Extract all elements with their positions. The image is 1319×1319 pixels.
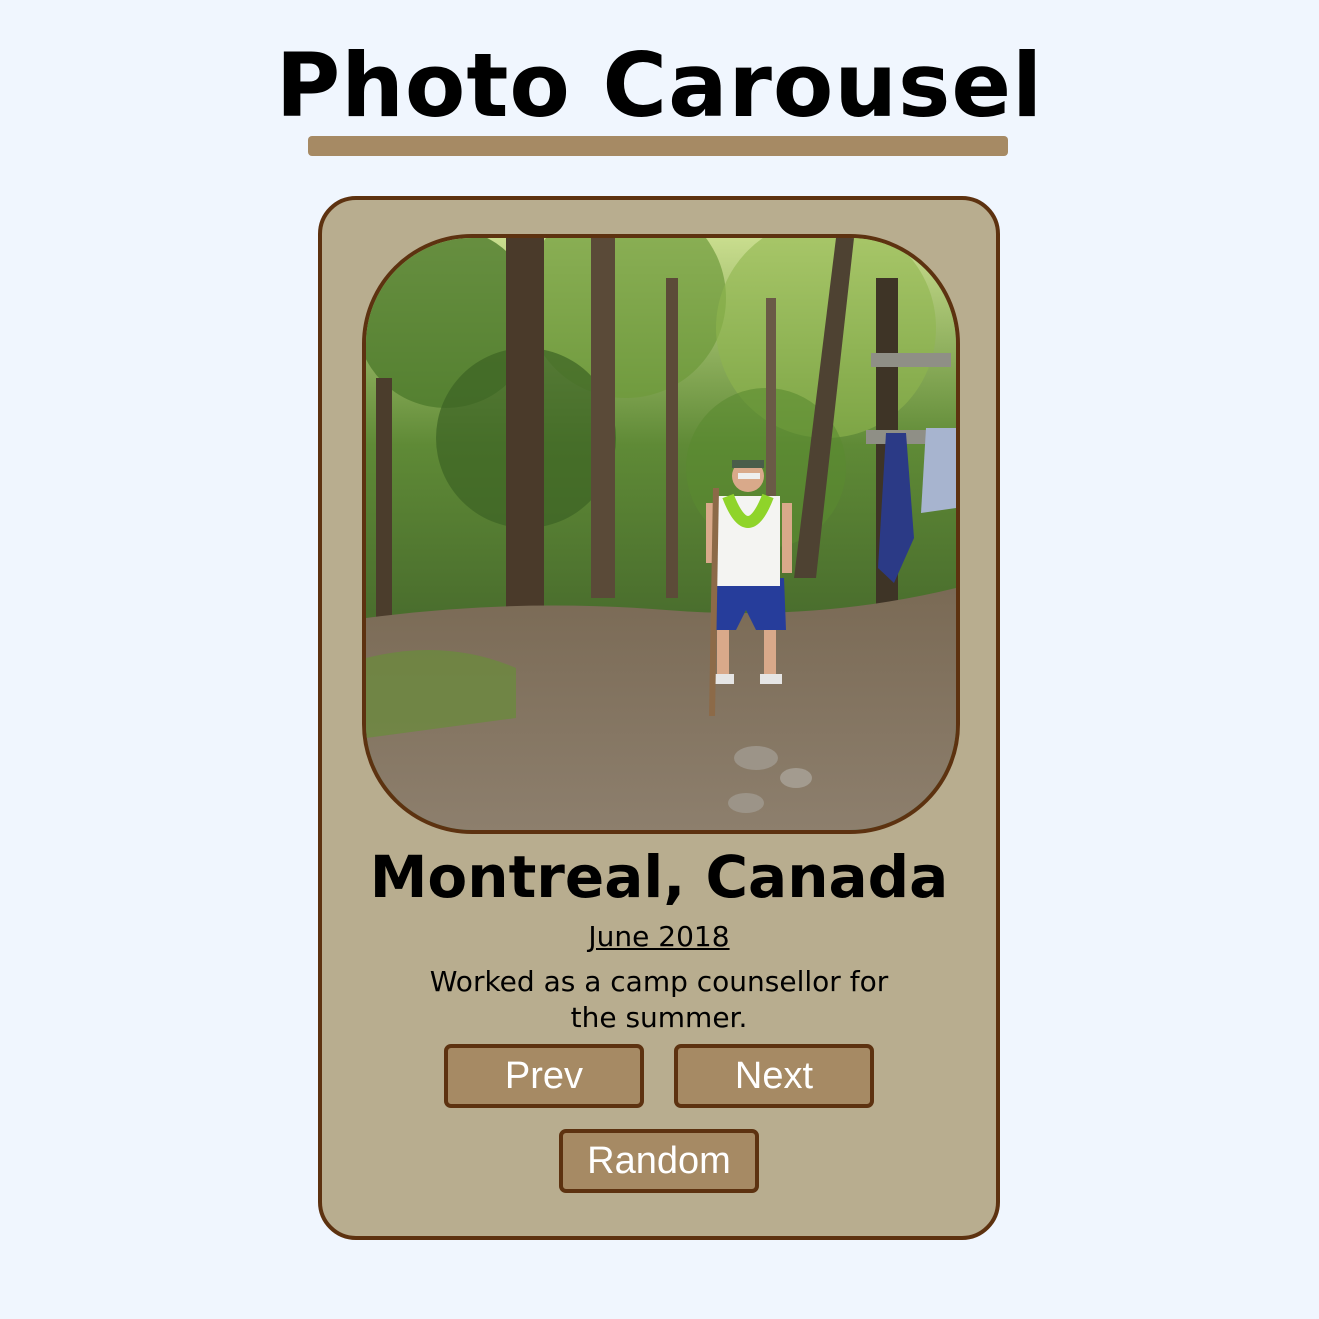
next-button[interactable]: Next (674, 1044, 874, 1108)
description-text: Worked as a camp counsellor for the summ… (429, 965, 889, 1034)
random-button[interactable]: Random (559, 1129, 759, 1193)
carousel-card: Montreal, Canada June 2018 Worked as a c… (318, 196, 1000, 1240)
carousel-photo (362, 234, 960, 834)
prev-button[interactable]: Prev (444, 1044, 644, 1108)
title-underline (308, 136, 1008, 156)
date-label: June 2018 (322, 919, 996, 955)
forest-photo-illustration (366, 238, 956, 830)
date-text: June 2018 (588, 920, 730, 953)
page-title: Photo Carousel (275, 34, 1044, 137)
location-title: Montreal, Canada (369, 843, 949, 911)
